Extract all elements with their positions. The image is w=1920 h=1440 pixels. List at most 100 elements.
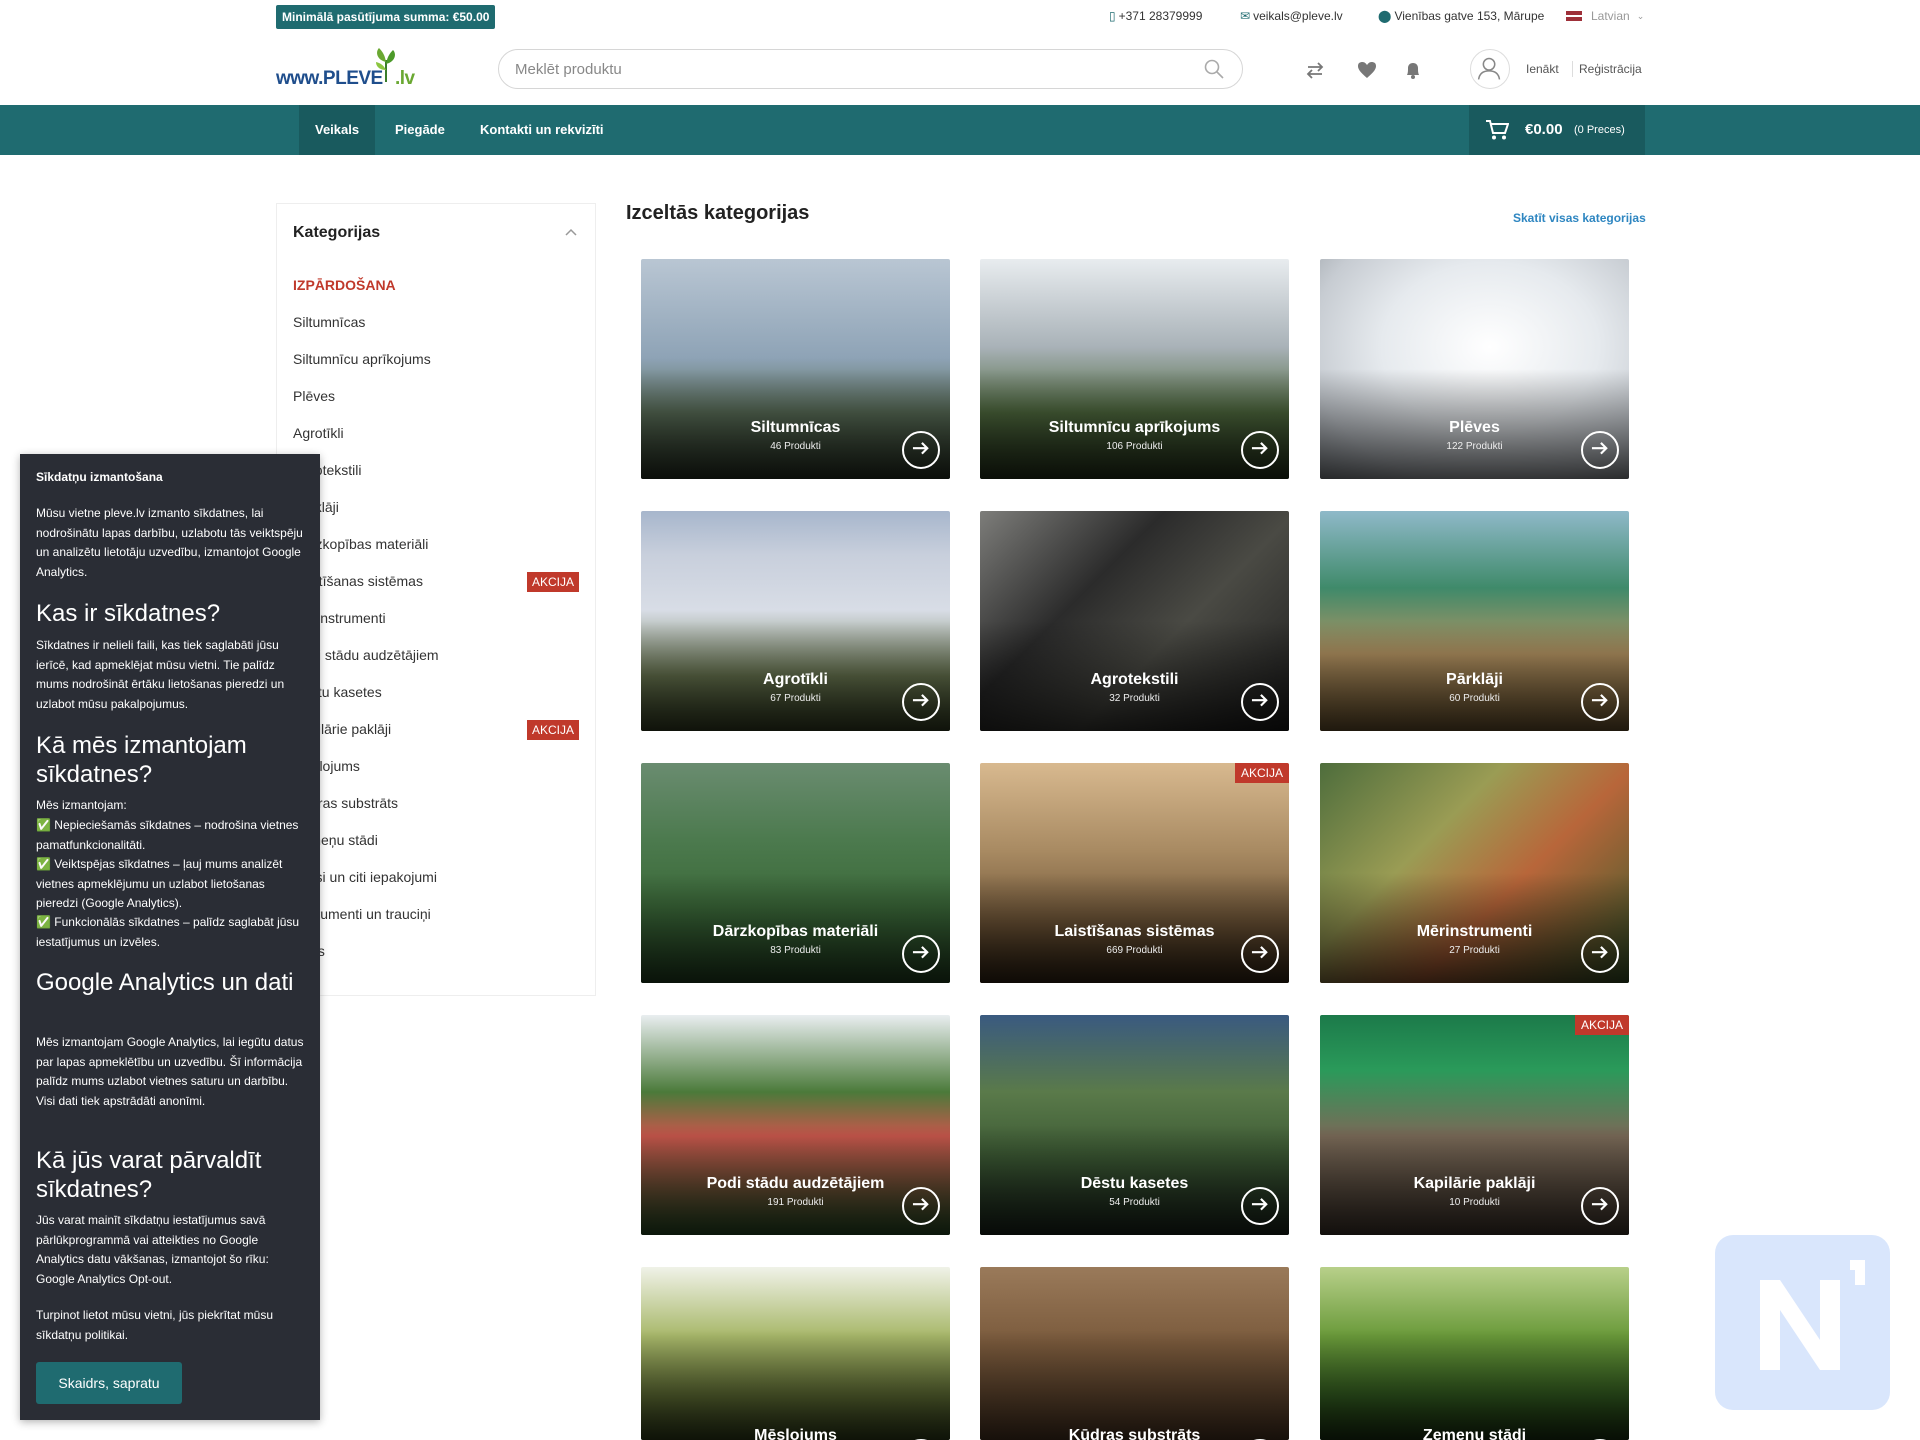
category-tile[interactable]: Kapilārie paklāji 10 Produkti AKCIJA (1320, 1015, 1629, 1235)
tile-name: Dārzkopības materiāli (712, 923, 879, 940)
sale-badge: AKCIJA (526, 572, 579, 592)
tile-name: Laistīšanas sistēmas (1054, 923, 1215, 940)
cookie-paragraph: Turpinot lietot mūsu vietni, jūs piekrīt… (36, 1308, 273, 1342)
user-icon (1477, 57, 1501, 80)
phone-link[interactable]: ▯ +371 28379999 (1109, 9, 1202, 23)
search-bar (498, 49, 1243, 89)
cookie-bullet: ✅ Funkcionālās sīkdatnes – palīdz saglab… (36, 915, 300, 949)
cart-button[interactable]: €0.00 (0 Preces) (1469, 105, 1645, 155)
sidebar-item[interactable]: Siltumnīcas (293, 314, 365, 330)
email-text: veikals@pleve.lv (1253, 9, 1343, 23)
arrow-right-icon[interactable] (1241, 935, 1279, 973)
logo-text: www.PLEVE .lv (276, 68, 415, 89)
cookie-consent-panel: Sīkdatņu izmantošana Mūsu vietne pleve.l… (20, 454, 320, 1420)
category-tile[interactable]: Dārzkopības materiāli 83 Produkti (641, 763, 950, 983)
tile-name: Mērinstrumenti (1416, 923, 1533, 940)
category-tile[interactable]: Plēves 122 Produkti (1320, 259, 1629, 479)
cookie-paragraph: Jūs varat mainīt sīkdatņu iestatījumus s… (36, 1213, 269, 1286)
tile-name: Plēves (1449, 419, 1500, 436)
cookie-heading: Google Analytics un dati (36, 969, 294, 996)
cookie-bullet: ✅ Veiktspējas sīkdatnes – ļauj mums anal… (36, 857, 283, 910)
tile-shade (1320, 1330, 1629, 1440)
sale-badge: AKCIJA (526, 720, 579, 740)
tile-shade (980, 1330, 1289, 1440)
category-tile[interactable]: Siltumnīcu aprīkojums 106 Produkti (980, 259, 1289, 479)
cookie-paragraph: Sīkdatnes ir nelieli faili, kas tiek sag… (36, 638, 285, 711)
user-avatar[interactable] (1470, 49, 1510, 89)
nav-item-delivery[interactable]: Piegāde (379, 105, 461, 155)
arrow-right-icon[interactable] (1241, 431, 1279, 469)
search-input[interactable] (515, 50, 1175, 88)
tile-shade (641, 1330, 950, 1440)
address-text: Vienības gatve 153, Mārupe (1394, 9, 1545, 23)
category-tile[interactable]: Dēstu kasetes 54 Produkti (980, 1015, 1289, 1235)
category-tile[interactable]: Laistīšanas sistēmas 669 Produkti AKCIJA (980, 763, 1289, 983)
register-link[interactable]: Reģistrācija (1579, 62, 1642, 76)
address-link[interactable]: ⬤ Vienības gatve 153, Mārupe (1378, 9, 1544, 23)
arrow-right-icon[interactable] (902, 683, 940, 721)
phone-icon: ▯ (1109, 9, 1116, 23)
category-tile[interactable]: Kūdras substrāts (980, 1267, 1289, 1440)
tile-name: Dēstu kasetes (1080, 1175, 1189, 1192)
arrow-right-icon[interactable] (1241, 683, 1279, 721)
sale-badge: AKCIJA (1574, 1015, 1629, 1035)
top-bar: Minimālā pasūtījuma summa: €50.00 ▯ +371… (0, 0, 1920, 34)
category-tile[interactable]: Zemeņu stādi (1320, 1267, 1629, 1440)
cookie-heading: Kā jūs varat pārvaldīt sīkdatnes? (36, 1147, 262, 1203)
cookie-bullet: ✅ Nepieciešamās sīkdatnes – nodrošina vi… (36, 818, 299, 852)
category-tile[interactable]: Siltumnīcas 46 Produkti (641, 259, 950, 479)
cart-amount: €0.00 (1525, 121, 1563, 138)
category-tile[interactable]: Podi stādu audzētājiem 191 Produkti (641, 1015, 950, 1235)
arrow-right-icon[interactable] (902, 935, 940, 973)
tile-name: Kūdras substrāts (1068, 1427, 1201, 1440)
arrow-right-icon[interactable] (902, 431, 940, 469)
sidebar-title: Kategorijas (293, 224, 381, 241)
sale-badge: AKCIJA (1234, 763, 1289, 783)
header: www.PLEVE.lv Ienākt Reģistrācija (0, 34, 1920, 104)
category-tile[interactable]: Agrotekstili 32 Produkti (980, 511, 1289, 731)
arrow-right-icon[interactable] (1241, 1187, 1279, 1225)
sidebar-item-sale[interactable]: IZPĀRDOŠANA (293, 277, 396, 293)
category-tile[interactable]: Pārklāji 60 Produkti (1320, 511, 1629, 731)
sidebar-item[interactable]: Siltumnīcu aprīkojums (293, 351, 431, 367)
arrow-right-icon[interactable] (902, 1187, 940, 1225)
cookie-title: Sīkdatņu izmantošana (36, 470, 163, 484)
location-pin-icon: ⬤ (1378, 9, 1392, 23)
sidebar-item[interactable]: Agrotīkli (293, 425, 344, 441)
email-icon: ✉ (1240, 9, 1251, 23)
chevron-up-icon[interactable] (565, 228, 577, 236)
nav-item-contacts[interactable]: Kontakti un rekvizīti (464, 105, 620, 155)
compare-icon[interactable] (1304, 59, 1326, 81)
arrow-right-icon[interactable] (1581, 683, 1619, 721)
arrow-right-icon[interactable] (1581, 431, 1619, 469)
latvia-flag-icon (1566, 11, 1582, 21)
main-nav: Veikals Piegāde Kontakti un rekvizīti €0… (0, 105, 1920, 155)
language-selector[interactable]: Latvian ⌄ (1566, 9, 1644, 23)
arrow-right-icon[interactable] (1581, 935, 1619, 973)
tile-name: Siltumnīcas (750, 419, 841, 436)
cart-count: (0 Preces) (1574, 124, 1625, 136)
tile-name: Zemeņu stādi (1422, 1427, 1527, 1440)
arrow-right-icon[interactable] (1581, 1187, 1619, 1225)
cookie-heading: Kas ir sīkdatnes? (36, 600, 221, 627)
n-logo-icon (1760, 1260, 1865, 1370)
divider (1572, 61, 1573, 77)
tile-name: Siltumnīcu aprīkojums (1048, 419, 1221, 436)
category-tile[interactable]: Mēslojums (641, 1267, 950, 1440)
heart-icon[interactable] (1356, 59, 1378, 81)
cookie-accept-button[interactable]: Skaidrs, sapratu (36, 1362, 182, 1404)
email-link[interactable]: ✉ veikals@pleve.lv (1240, 9, 1343, 23)
sidebar-item[interactable]: Plēves (293, 388, 335, 404)
cookie-paragraph: Mēs izmantojam: (36, 798, 127, 812)
category-tile[interactable]: Agrotīkli 67 Produkti (641, 511, 950, 731)
tile-name: Mēslojums (754, 1427, 837, 1440)
search-icon[interactable] (1204, 59, 1224, 79)
view-all-categories-link[interactable]: Skatīt visas kategorijas (1513, 211, 1646, 225)
tile-name: Agrotekstili (1090, 671, 1179, 688)
tile-name: Kapilārie paklāji (1413, 1175, 1536, 1192)
bell-icon[interactable] (1402, 59, 1424, 81)
login-link[interactable]: Ienākt (1526, 62, 1559, 76)
nav-item-shop[interactable]: Veikals (299, 105, 376, 155)
site-logo[interactable]: www.PLEVE .lv (276, 44, 415, 98)
category-tile[interactable]: Mērinstrumenti 27 Produkti (1320, 763, 1629, 983)
